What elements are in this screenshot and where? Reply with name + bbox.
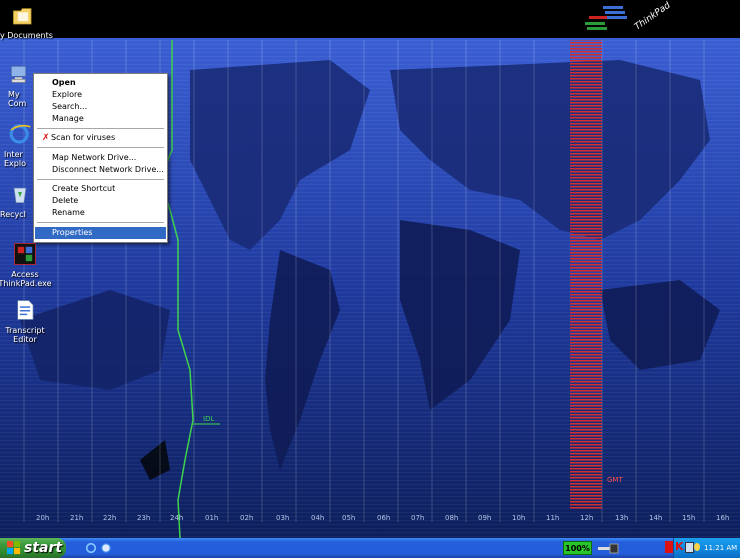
tz-label: 06h: [377, 514, 390, 522]
internet-explorer-icon: [9, 124, 31, 144]
menu-item-map-network-drive[interactable]: Map Network Drive...: [35, 152, 166, 164]
tz-label: 04h: [311, 514, 324, 522]
tz-label: 21h: [70, 514, 83, 522]
tz-label: 03h: [276, 514, 289, 522]
document-icon: [17, 300, 34, 320]
system-tray: K 11:21 AM: [665, 538, 740, 558]
menu-item-rename[interactable]: Rename: [35, 207, 166, 219]
menu-item-delete[interactable]: Delete: [35, 195, 166, 207]
tz-label: 20h: [36, 514, 49, 522]
recycle-bin-icon: [13, 187, 27, 203]
folder-icon: [13, 8, 32, 25]
start-button[interactable]: start: [0, 538, 66, 558]
menu-item-disconnect-network-drive[interactable]: Disconnect Network Drive...: [35, 164, 166, 176]
antivirus-tray-icon[interactable]: [665, 541, 673, 553]
desktop-icon-label: My Documents: [0, 31, 53, 40]
menu-item-search[interactable]: Search...: [35, 101, 166, 113]
menu-item-properties[interactable]: Properties: [35, 227, 166, 239]
tz-label: 09h: [478, 514, 491, 522]
tz-label: 13h: [615, 514, 628, 522]
antivirus-k-icon[interactable]: K: [675, 540, 684, 553]
tz-label: 24h: [170, 514, 183, 522]
tz-label: 08h: [445, 514, 458, 522]
quick-launch-browser-icon[interactable]: [100, 542, 112, 554]
network-icon[interactable]: [685, 542, 694, 553]
clock[interactable]: 11:21 AM: [704, 538, 737, 558]
thinkpad-icon: [14, 243, 36, 265]
menu-separator: [37, 147, 164, 148]
menu-item-explore[interactable]: Explore: [35, 89, 166, 101]
menu-separator: [37, 222, 164, 223]
quick-launch-ie-icon[interactable]: [85, 542, 97, 554]
menu-item-scan-viruses[interactable]: ✗Scan for viruses: [35, 132, 166, 144]
desktop: IDL GMT 20h 21h 22h 23h 24h 01h 02h 03h …: [0, 0, 740, 538]
desktop-icon-transcript-editor[interactable]: Transcript Editor: [0, 298, 56, 344]
windows-logo-icon: [7, 541, 21, 555]
power-plug-icon[interactable]: [596, 541, 622, 555]
menu-item-label: Scan for viruses: [51, 133, 116, 142]
tz-label: 07h: [411, 514, 424, 522]
menu-item-open[interactable]: Open: [35, 77, 166, 89]
tz-label: 01h: [205, 514, 218, 522]
menu-separator: [37, 128, 164, 129]
tz-label: 23h: [137, 514, 150, 522]
gmt-band: [570, 40, 602, 510]
idl-label: IDL: [203, 415, 214, 423]
tz-label: 14h: [649, 514, 662, 522]
context-menu: Open Explore Search... Manage ✗Scan for …: [33, 73, 168, 243]
tz-label: 05h: [342, 514, 355, 522]
tz-label: 12h: [580, 514, 593, 522]
gmt-label: GMT: [607, 476, 623, 484]
tz-label: 22h: [103, 514, 116, 522]
time-zone-labels: 20h 21h 22h 23h 24h 01h 02h 03h 04h 05h …: [36, 514, 729, 522]
computer-icon: [10, 65, 27, 83]
antivirus-icon: ✗: [42, 133, 50, 143]
taskbar: start 100% K 11:21 AM: [0, 538, 740, 558]
desktop-icon-label: Access ThinkPad.exe: [0, 270, 52, 288]
tz-label: 02h: [240, 514, 253, 522]
volume-icon[interactable]: [694, 543, 700, 551]
battery-indicator[interactable]: 100%: [563, 541, 592, 555]
tz-label: 11h: [546, 514, 559, 522]
menu-separator: [37, 179, 164, 180]
start-label: start: [24, 540, 63, 556]
tz-label: 10h: [512, 514, 525, 522]
tz-label: 15h: [682, 514, 695, 522]
desktop-icon-my-documents[interactable]: My Documents: [0, 5, 59, 40]
tz-label: 16h: [716, 514, 729, 522]
menu-item-manage[interactable]: Manage: [35, 113, 166, 125]
menu-item-create-shortcut[interactable]: Create Shortcut: [35, 183, 166, 195]
desktop-icon-access-thinkpad[interactable]: Access ThinkPad.exe: [0, 242, 56, 288]
desktop-icon-label: Transcript Editor: [5, 326, 45, 344]
